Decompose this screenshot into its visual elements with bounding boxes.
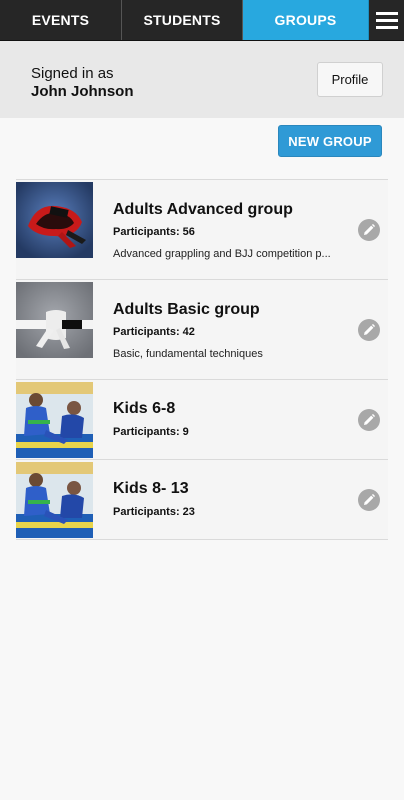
pencil-icon[interactable] bbox=[358, 219, 380, 241]
group-list: Adults Advanced group Participants: 56 A… bbox=[16, 179, 388, 540]
group-row[interactable]: Adults Advanced group Participants: 56 A… bbox=[16, 180, 388, 280]
group-row[interactable]: Kids 6-8 Participants: 9 bbox=[16, 380, 388, 460]
kids-grappling-image bbox=[16, 462, 93, 538]
white-belt-image bbox=[16, 282, 93, 358]
pencil-icon[interactable] bbox=[358, 319, 380, 341]
new-group-button[interactable]: NEW GROUP bbox=[278, 125, 382, 157]
pencil-icon[interactable] bbox=[358, 409, 380, 431]
group-name: Adults Advanced group bbox=[113, 201, 293, 218]
group-name: Adults Basic group bbox=[113, 301, 260, 318]
group-name: Kids 8- 13 bbox=[113, 480, 189, 497]
signed-in-label: Signed in as bbox=[31, 65, 114, 82]
tab-groups[interactable]: GROUPS bbox=[243, 0, 369, 40]
group-description: Basic, fundamental techniques bbox=[113, 348, 263, 360]
group-description: Advanced grappling and BJJ competition p… bbox=[113, 248, 331, 260]
group-row[interactable]: Adults Basic group Participants: 42 Basi… bbox=[16, 280, 388, 380]
top-nav: EVENTS STUDENTS GROUPS bbox=[0, 0, 404, 41]
hamburger-menu-icon[interactable] bbox=[369, 0, 404, 40]
pencil-icon[interactable] bbox=[358, 489, 380, 511]
tab-events[interactable]: EVENTS bbox=[0, 0, 122, 40]
user-name: John Johnson bbox=[31, 83, 134, 100]
tab-students[interactable]: STUDENTS bbox=[122, 0, 243, 40]
kids-grappling-image bbox=[16, 382, 93, 458]
red-black-belt-image bbox=[16, 182, 93, 258]
profile-button[interactable]: Profile bbox=[317, 62, 383, 97]
group-name: Kids 6-8 bbox=[113, 400, 176, 417]
participants-count: Participants: 42 bbox=[113, 326, 195, 338]
group-row[interactable]: Kids 8- 13 Participants: 23 bbox=[16, 460, 388, 540]
user-header: Signed in as John Johnson Profile bbox=[0, 41, 404, 118]
participants-count: Participants: 23 bbox=[113, 506, 195, 518]
participants-count: Participants: 56 bbox=[113, 226, 195, 238]
participants-count: Participants: 9 bbox=[113, 426, 189, 438]
